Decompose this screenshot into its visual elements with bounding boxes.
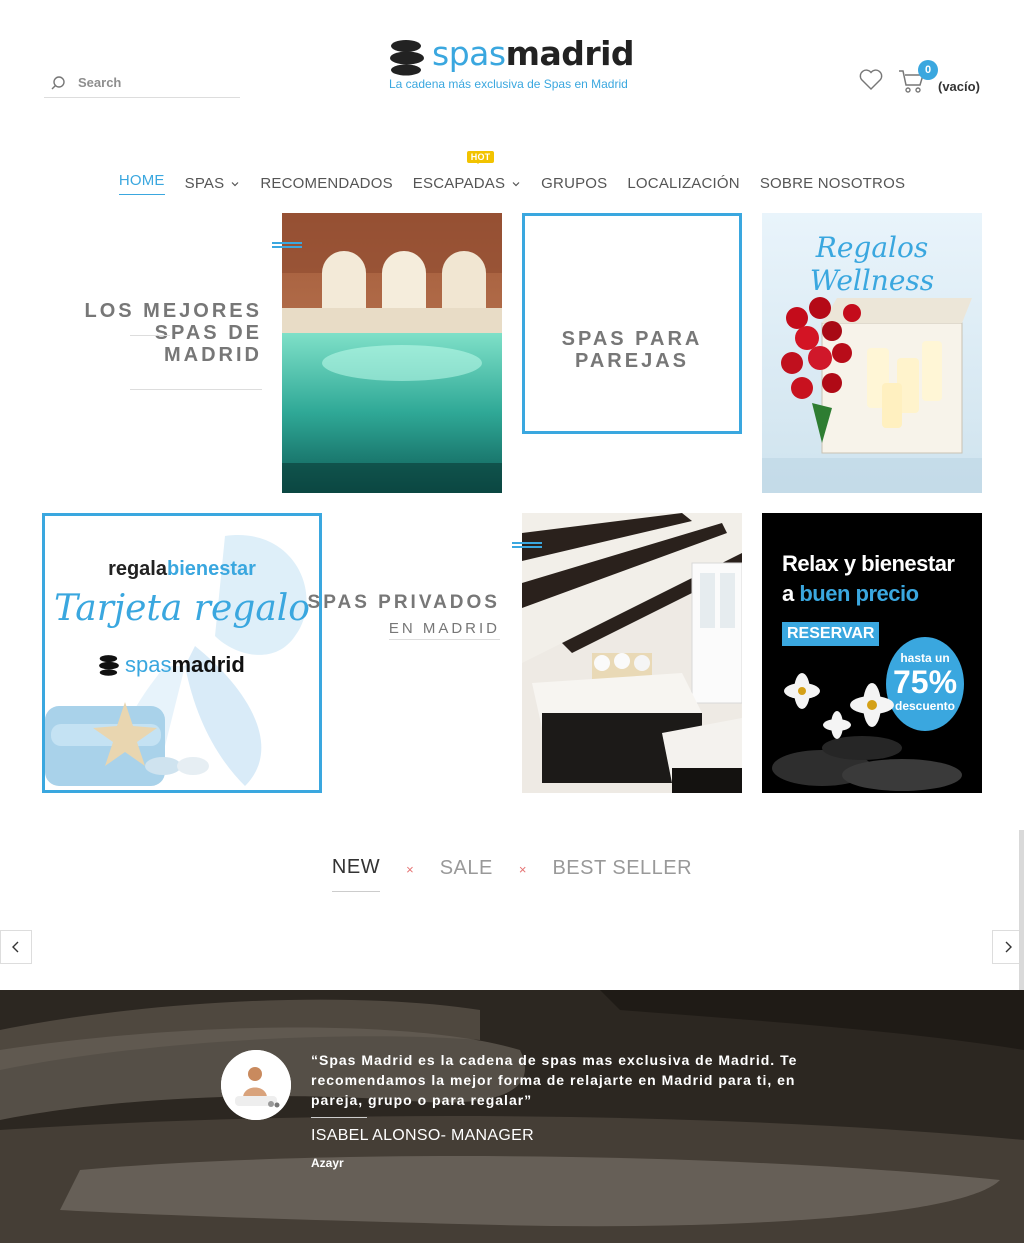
main-nav: HOME SPAS RECOMENDADOS ESCAPADAS HOT GRU…	[0, 151, 1024, 199]
nav-item-recomendados[interactable]: RECOMENDADOS	[250, 168, 402, 199]
chevron-left-icon	[12, 941, 19, 953]
divider	[130, 389, 262, 390]
testimonial-background-photo	[0, 990, 1024, 1243]
private-spas-heading[interactable]: SPAS PRIVADOS EN MADRID	[280, 592, 500, 640]
cart-label: (vacío)	[938, 79, 980, 94]
promo-banner[interactable]: Relax y bienestar a buen precio RESERVAR…	[762, 513, 982, 793]
logo-text: spasmadrid	[432, 34, 635, 73]
product-tabs: NEW × SALE × BEST SELLER	[0, 856, 1024, 892]
testimonial-quote: “Spas Madrid es la cadena de spas mas ex…	[311, 1052, 798, 1108]
cart-count-badge: 0	[918, 60, 938, 80]
pool-photo	[282, 213, 502, 493]
best-spas-title-line: LOS MEJORES	[84, 300, 262, 322]
gift-card-tile[interactable]: regalabienestar Tarjeta regalo spas madri…	[42, 513, 322, 793]
divider	[311, 1117, 367, 1118]
couples-tile[interactable]: SPAS PARA PAREJAS	[522, 213, 742, 434]
tab-separator: ×	[406, 861, 414, 877]
tab-new[interactable]: NEW	[331, 856, 381, 892]
heart-icon[interactable]	[858, 68, 884, 92]
chevron-down-icon	[512, 181, 520, 186]
best-spas-title-line: SPAS DE	[154, 322, 262, 344]
nav-item-home[interactable]: HOME	[109, 168, 175, 199]
private-spa-image[interactable]	[522, 513, 742, 793]
tab-best-seller[interactable]: BEST SELLER	[552, 857, 692, 892]
couples-heading: SPAS PARA PAREJAS	[525, 328, 739, 372]
private-spas-title: SPAS PRIVADOS	[307, 592, 500, 613]
best-spas-heading[interactable]: LOS MEJORES SPAS DE MADRID	[60, 300, 262, 366]
nav-item-escapadas[interactable]: ESCAPADAS HOT	[403, 151, 531, 199]
search-icon	[48, 73, 68, 93]
gifts-wellness-image[interactable]: Regalos Wellness	[762, 213, 982, 493]
stones-logo-icon	[390, 40, 424, 76]
testimonial-author: ISABEL ALONSO- MANAGER	[311, 1127, 534, 1144]
menu-bars-icon	[512, 542, 542, 550]
stones-logo-icon	[99, 655, 119, 676]
avatar	[221, 1050, 291, 1120]
site-logo[interactable]: spasmadrid La cadena más exclusiva de Sp…	[388, 34, 638, 94]
search-bar[interactable]	[44, 68, 240, 98]
giftcard-brand: regalabienestar	[108, 558, 256, 580]
search-input[interactable]	[78, 75, 228, 90]
gift-box-illustration	[762, 297, 982, 493]
cart-button[interactable]: 0 (vacío)	[898, 60, 988, 100]
private-spa-photo	[522, 513, 742, 793]
divider	[130, 335, 170, 336]
orchid-stones-illustration	[772, 673, 962, 791]
testimonial-company: Azayr	[311, 1156, 344, 1170]
chevron-right-icon	[1005, 941, 1012, 953]
best-spas-title-line: MADRID	[164, 344, 262, 366]
couples-title-line: PAREJAS	[575, 350, 689, 372]
hot-badge: HOT	[466, 151, 495, 164]
nav-item-localizacion[interactable]: LOCALIZACIÓN	[617, 168, 749, 199]
tab-separator: ×	[518, 861, 527, 877]
giftcard-script: Tarjeta regalo	[54, 588, 310, 629]
avatar-photo	[221, 1050, 291, 1120]
tagline: La cadena más exclusiva de Spas en Madri…	[389, 77, 628, 91]
nav-item-grupos[interactable]: GRUPOS	[531, 168, 617, 199]
couples-title-line: SPAS PARA	[561, 328, 703, 350]
nav-item-sobre-nosotros[interactable]: SOBRE NOSOTROS	[750, 168, 915, 199]
private-spas-subtitle: EN MADRID	[388, 620, 500, 640]
pool-image[interactable]	[282, 213, 502, 493]
menu-bars-icon	[272, 242, 302, 250]
chevron-down-icon	[231, 181, 239, 186]
testimonial-section: “Spas Madrid es la cadena de spas mas ex…	[0, 990, 1024, 1243]
carousel-prev-button[interactable]	[0, 930, 32, 964]
giftcard-logo: spas madrid	[97, 652, 245, 678]
nav-item-spas[interactable]: SPAS	[175, 168, 251, 199]
tab-sale[interactable]: SALE	[440, 857, 493, 892]
